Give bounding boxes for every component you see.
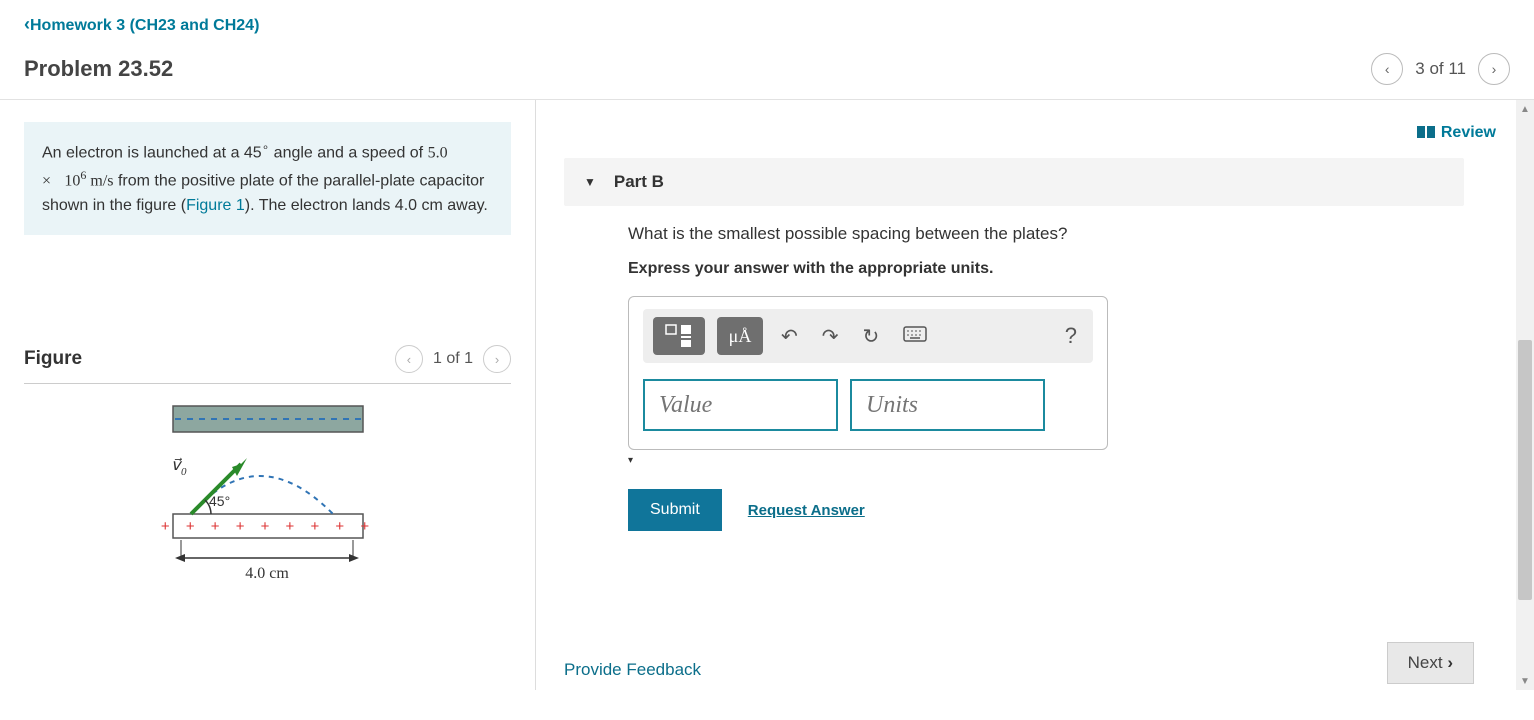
- redo-icon[interactable]: ↷: [816, 320, 845, 353]
- provide-feedback-link[interactable]: Provide Feedback: [564, 660, 701, 680]
- vertical-scrollbar[interactable]: ▲ ▼: [1516, 100, 1534, 690]
- desc-text: m/s: [86, 172, 113, 189]
- figure-next-button[interactable]: ›: [483, 345, 511, 373]
- scroll-up-icon[interactable]: ▲: [1516, 100, 1534, 118]
- problem-description: An electron is launched at a 45∘ angle a…: [24, 122, 511, 235]
- next-problem-button[interactable]: ›: [1478, 53, 1510, 85]
- prev-problem-button[interactable]: ‹: [1371, 53, 1403, 85]
- scroll-down-icon[interactable]: ▼: [1516, 672, 1534, 690]
- submit-button[interactable]: Submit: [628, 489, 722, 531]
- next-button[interactable]: Next ›: [1387, 642, 1474, 684]
- review-label: Review: [1441, 124, 1496, 141]
- undo-icon[interactable]: ↶: [775, 320, 804, 353]
- answer-area: μÅ ↶ ↷ ↻ ?: [628, 296, 1108, 450]
- desc-text: An electron is launched at a 45: [42, 144, 262, 161]
- part-label: Part B: [614, 172, 664, 192]
- desc-text: angle and a speed of: [269, 144, 427, 161]
- chevron-right-icon: ›: [1447, 653, 1453, 672]
- next-label: Next: [1408, 653, 1448, 672]
- fraction-template-button[interactable]: [653, 317, 705, 355]
- desc-text: ). The electron lands 4.0 cm away.: [245, 197, 488, 214]
- answer-toolbar: μÅ ↶ ↷ ↻ ?: [643, 309, 1093, 363]
- svg-text:4.0 cm: 4.0 cm: [245, 565, 289, 582]
- question-text: What is the smallest possible spacing be…: [628, 224, 1464, 244]
- reset-icon[interactable]: ↻: [857, 320, 886, 353]
- figure-nav: ‹ 1 of 1 ›: [395, 345, 511, 373]
- value-input[interactable]: [643, 379, 838, 431]
- page-title: Problem 23.52: [24, 56, 173, 82]
- scroll-thumb[interactable]: [1518, 340, 1532, 600]
- svg-text:0: 0: [181, 466, 187, 478]
- figure-prev-button[interactable]: ‹: [395, 345, 423, 373]
- problem-nav: ‹ 3 of 11 ›: [1371, 53, 1510, 85]
- units-input[interactable]: [850, 379, 1045, 431]
- breadcrumb-back[interactable]: ‹Homework 3 (CH23 and CH24): [24, 17, 259, 34]
- problem-position: 3 of 11: [1415, 59, 1466, 79]
- book-icon: [1417, 125, 1435, 144]
- collapse-caret-icon: ▼: [584, 175, 596, 189]
- cursor-marker: ▾: [628, 455, 633, 468]
- question-instruction: Express your answer with the appropriate…: [628, 260, 1464, 278]
- breadcrumb-label: Homework 3 (CH23 and CH24): [30, 17, 259, 34]
- help-icon[interactable]: ?: [1059, 319, 1083, 353]
- desc-text: 10: [64, 172, 80, 189]
- review-link[interactable]: Review: [1417, 124, 1496, 141]
- figure-link[interactable]: Figure 1: [186, 197, 245, 214]
- figure-count: 1 of 1: [433, 350, 473, 368]
- figure-title: Figure: [24, 348, 82, 370]
- keyboard-icon[interactable]: [897, 321, 933, 352]
- units-symbol-button[interactable]: μÅ: [717, 317, 763, 355]
- figure-diagram: + + + + + + + + + + + v⃗ 0 45° 4.0 cm: [24, 384, 511, 602]
- request-answer-link[interactable]: Request Answer: [748, 502, 865, 519]
- svg-text:+ + + + + + + + + + +: + + + + + + + + + + +: [153, 518, 383, 535]
- part-header[interactable]: ▼ Part B: [564, 158, 1464, 206]
- svg-text:45°: 45°: [209, 493, 230, 509]
